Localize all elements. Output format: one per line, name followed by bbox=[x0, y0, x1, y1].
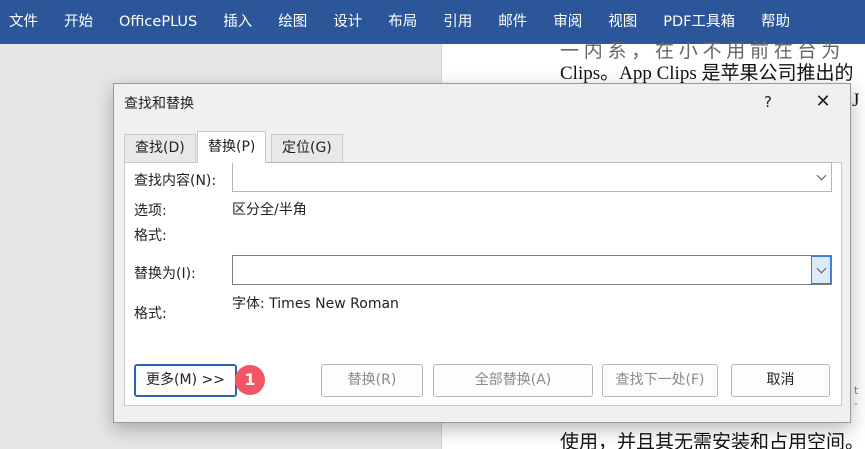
ribbon-tab-insert[interactable]: 插入 bbox=[210, 0, 265, 44]
ribbon-tab-file[interactable]: 文件 bbox=[0, 0, 51, 44]
replace-all-button[interactable]: 全部替换(A) bbox=[433, 364, 593, 397]
replace-format-value: 字体: Times New Roman bbox=[232, 296, 399, 312]
step-badge: 1 bbox=[235, 365, 265, 395]
ribbon-tab-design[interactable]: 设计 bbox=[320, 0, 375, 44]
find-what-label: 查找内容(N): bbox=[134, 173, 217, 189]
tab-find[interactable]: 查找(D) bbox=[124, 134, 196, 162]
cancel-button[interactable]: 取消 bbox=[731, 364, 830, 397]
ribbon-tab-draw[interactable]: 绘图 bbox=[265, 0, 320, 44]
chevron-down-icon bbox=[816, 263, 826, 274]
ribbon-tab-references[interactable]: 引用 bbox=[430, 0, 485, 44]
options-label: 选项: bbox=[134, 203, 167, 219]
document-text-line: 使用，并且其无需安装和占用空间。 bbox=[560, 432, 865, 449]
more-button[interactable]: 更多(M) >> bbox=[134, 364, 237, 397]
replace-with-combobox[interactable] bbox=[232, 255, 832, 285]
document-text-line: J bbox=[852, 90, 860, 111]
ribbon-tab-mailings[interactable]: 邮件 bbox=[485, 0, 540, 44]
find-what-dropdown-button[interactable] bbox=[811, 163, 831, 191]
options-value: 区分全/半角 bbox=[232, 202, 307, 218]
find-next-button[interactable]: 查找下一处(F) bbox=[602, 364, 718, 397]
ribbon-tab-home[interactable]: 开始 bbox=[51, 0, 106, 44]
ribbon-tab-layout[interactable]: 布局 bbox=[375, 0, 430, 44]
dialog-title: 查找和替换 bbox=[124, 96, 194, 112]
find-replace-dialog: 查找和替换 ? ✕ 查找(D) 替换(P) 定位(G) 查找内容(N): 选项:… bbox=[113, 83, 851, 423]
replace-button[interactable]: 替换(R) bbox=[321, 364, 423, 397]
find-what-combobox[interactable] bbox=[232, 162, 832, 192]
close-icon[interactable]: ✕ bbox=[808, 88, 838, 116]
tab-goto[interactable]: 定位(G) bbox=[271, 134, 343, 162]
tab-replace[interactable]: 替换(P) bbox=[197, 131, 267, 163]
document-text-line: Clips。App Clips 是苹果公司推出的 bbox=[560, 63, 854, 84]
format-label: 格式: bbox=[134, 306, 167, 322]
help-icon[interactable]: ? bbox=[758, 90, 778, 114]
document-side-text: t - bbox=[854, 384, 859, 410]
ribbon-tab-officeplus[interactable]: OfficePLUS bbox=[106, 0, 210, 44]
chevron-down-icon bbox=[816, 170, 827, 181]
replace-with-label: 替换为(I): bbox=[134, 266, 196, 282]
replace-with-dropdown-button[interactable] bbox=[811, 256, 831, 284]
format-label: 格式: bbox=[134, 228, 167, 244]
